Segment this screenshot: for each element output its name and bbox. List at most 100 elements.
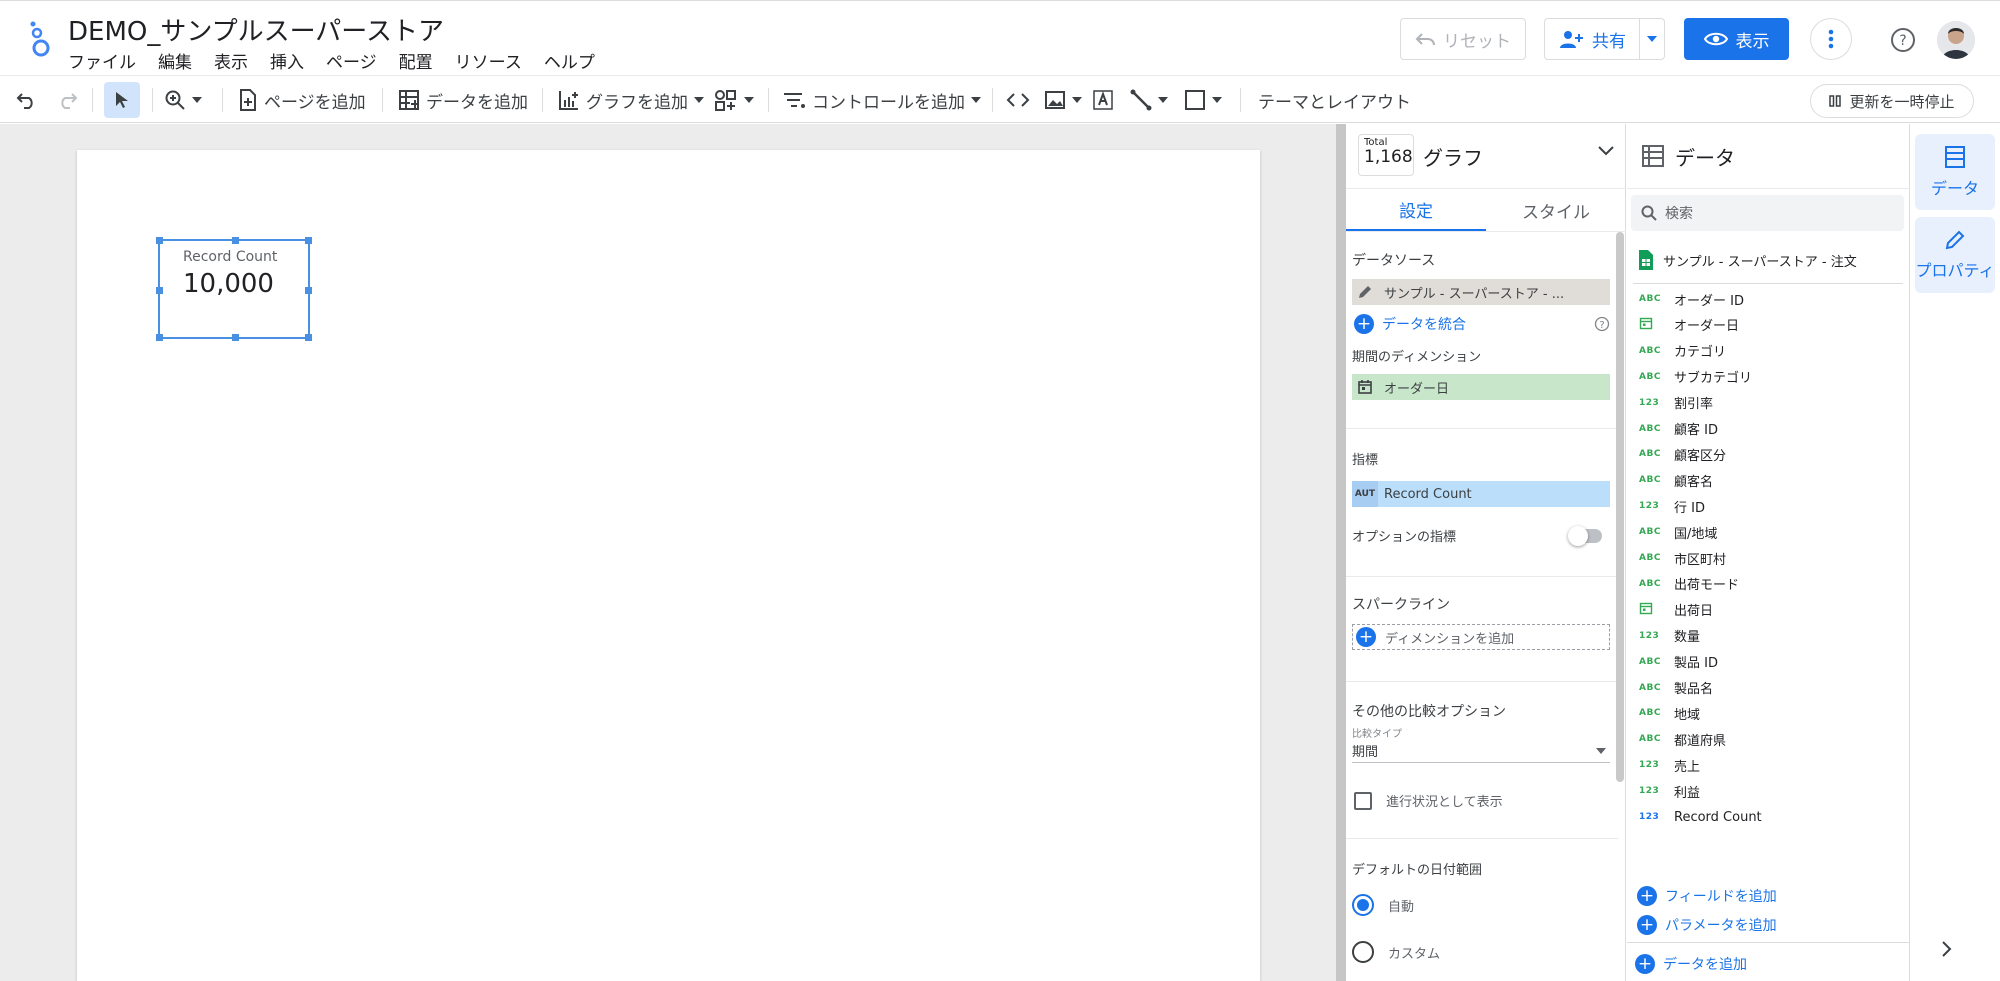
progress-checkbox[interactable] — [1354, 791, 1372, 810]
data-field-row[interactable]: ABC 都道府県 — [1639, 729, 1726, 749]
blend-data-link[interactable]: + データを統合 — [1354, 314, 1466, 334]
resize-handle[interactable] — [156, 334, 163, 341]
add-data-button[interactable]: データを追加 — [398, 76, 528, 124]
help-circle-icon[interactable]: ? — [1594, 316, 1610, 332]
add-data-link[interactable]: + データを追加 — [1635, 954, 1747, 974]
scorecard-chart[interactable]: Record Count 10,000 — [156, 237, 312, 341]
add-control-button[interactable]: コントロールを追加 — [782, 76, 981, 124]
radio-selected[interactable] — [1352, 894, 1374, 916]
share-dropdown[interactable] — [1640, 36, 1664, 42]
data-field-row[interactable]: 123 行 ID — [1639, 496, 1705, 516]
date-type-icon — [1639, 601, 1674, 618]
community-viz-button[interactable] — [714, 76, 754, 124]
range-custom-option[interactable]: カスタム — [1352, 941, 1440, 963]
menu-view[interactable]: 表示 — [214, 48, 248, 73]
rail-properties-button[interactable]: プロパティ — [1915, 217, 1995, 293]
menu-page[interactable]: ページ — [326, 48, 377, 73]
field-type-icon: 123 — [1639, 397, 1660, 408]
range-auto-option[interactable]: 自動 — [1352, 894, 1414, 916]
data-field-row[interactable]: ABC 顧客 ID — [1639, 419, 1718, 439]
data-source-row[interactable]: サンプル - スーパーストア - 注文 — [1639, 250, 1857, 270]
resize-handle[interactable] — [232, 237, 239, 244]
metric-chip[interactable]: AUT Record Count — [1352, 481, 1610, 507]
scrollbar-thumb[interactable] — [1336, 124, 1346, 981]
field-search-box[interactable]: 検索 — [1631, 195, 1904, 231]
looker-studio-logo-icon[interactable] — [24, 19, 58, 59]
menu-arrange[interactable]: 配置 — [399, 48, 433, 73]
add-parameter-link[interactable]: + パラメータを追加 — [1637, 915, 1777, 935]
data-field-row[interactable]: ABC オーダー ID — [1639, 289, 1744, 309]
resize-handle[interactable] — [156, 237, 163, 244]
text-box-button[interactable] — [1092, 76, 1114, 124]
data-field-row[interactable]: ABC 地域 — [1639, 703, 1700, 723]
share-button[interactable]: 共有 — [1544, 18, 1665, 60]
add-page-button[interactable]: ページを追加 — [238, 76, 366, 124]
shape-button[interactable] — [1184, 76, 1222, 124]
data-field-row[interactable]: 出荷日 — [1639, 600, 1713, 620]
data-field-row[interactable]: 123 売上 — [1639, 755, 1700, 775]
add-field-link[interactable]: + フィールドを追加 — [1637, 886, 1777, 906]
data-field-row[interactable]: ABC 製品 ID — [1639, 652, 1718, 672]
view-button[interactable]: 表示 — [1684, 18, 1789, 60]
data-field-name: オーダー日 — [1674, 319, 1740, 335]
menu-insert[interactable]: 挿入 — [270, 48, 304, 73]
add-dimension-dropzone[interactable]: + ディメンションを追加 — [1352, 624, 1610, 650]
theme-layout-button[interactable]: テーマとレイアウト — [1258, 76, 1411, 124]
chevron-down-icon[interactable] — [1598, 146, 1614, 156]
help-icon[interactable]: ? — [1890, 27, 1916, 53]
data-field-row[interactable]: 123 利益 — [1639, 781, 1700, 801]
redo-button[interactable] — [56, 76, 78, 124]
edit-pencil-icon[interactable] — [1352, 279, 1378, 305]
comparison-type-select[interactable]: 期間 — [1352, 739, 1610, 763]
menu-help[interactable]: ヘルプ — [544, 48, 595, 73]
tab-style[interactable]: スタイル — [1486, 190, 1626, 231]
menu-file[interactable]: ファイル — [68, 48, 136, 73]
image-button[interactable] — [1044, 76, 1082, 124]
resize-handle[interactable] — [305, 334, 312, 341]
reset-button[interactable]: リセット — [1400, 18, 1526, 60]
resize-handle[interactable] — [305, 237, 312, 244]
select-tool-button[interactable] — [104, 82, 140, 118]
metric-aggregation-type[interactable]: AUT — [1352, 481, 1378, 507]
user-avatar[interactable] — [1937, 21, 1975, 59]
data-field-row[interactable]: 123 Record Count — [1639, 807, 1762, 827]
resize-handle[interactable] — [305, 287, 312, 294]
data-source-chip[interactable]: サンプル - スーパーストア - ... — [1352, 279, 1610, 305]
line-button[interactable] — [1130, 76, 1168, 124]
data-field-row[interactable]: ABC サブカテゴリ — [1639, 367, 1752, 387]
resize-handle[interactable] — [232, 334, 239, 341]
chart-type-selector[interactable]: Total 1,168 グラフ — [1346, 124, 1626, 189]
data-field-row[interactable]: ABC 出荷モード — [1639, 574, 1739, 594]
data-field-row[interactable]: ABC 国/地域 — [1639, 522, 1717, 542]
menu-resource[interactable]: リソース — [455, 48, 522, 73]
data-field-row[interactable]: ABC 市区町村 — [1639, 548, 1726, 568]
report-title[interactable]: DEMO_サンプルスーパーストア — [68, 11, 444, 48]
data-field-row[interactable]: ABC カテゴリ — [1639, 341, 1726, 361]
field-type-icon: ABC — [1639, 553, 1661, 563]
embed-code-button[interactable] — [1006, 76, 1030, 124]
zoom-button[interactable] — [164, 76, 202, 124]
radio-unselected[interactable] — [1352, 941, 1374, 963]
pause-updates-button[interactable]: 更新を一時停止 — [1810, 84, 1974, 118]
data-field-row[interactable]: オーダー日 — [1639, 315, 1739, 335]
undo-button[interactable] — [16, 76, 38, 124]
more-options-button[interactable] — [1810, 18, 1852, 60]
canvas-scrollbar[interactable] — [1336, 124, 1346, 981]
menu-edit[interactable]: 編集 — [158, 48, 192, 73]
data-field-row[interactable]: ABC 製品名 — [1639, 678, 1713, 698]
resize-handle[interactable] — [156, 287, 163, 294]
progress-checkbox-row[interactable]: 進行状況として表示 — [1354, 791, 1503, 810]
data-field-row[interactable]: 123 数量 — [1639, 626, 1700, 646]
line-icon — [1130, 89, 1152, 111]
properties-scrollbar[interactable] — [1616, 232, 1624, 782]
date-dimension-chip[interactable]: オーダー日 — [1352, 374, 1610, 400]
add-chart-button[interactable]: グラフを追加 — [558, 76, 704, 124]
data-field-row[interactable]: ABC 顧客名 — [1639, 470, 1713, 490]
data-field-row[interactable]: 123 割引率 — [1639, 393, 1713, 413]
add-control-label: コントロールを追加 — [812, 92, 965, 113]
chevron-right-icon[interactable] — [1941, 940, 1953, 958]
optional-metrics-toggle[interactable] — [1568, 526, 1602, 546]
data-field-row[interactable]: ABC 顧客区分 — [1639, 444, 1726, 464]
tab-setup[interactable]: 設定 — [1346, 190, 1486, 231]
rail-data-button[interactable]: データ — [1915, 134, 1995, 210]
